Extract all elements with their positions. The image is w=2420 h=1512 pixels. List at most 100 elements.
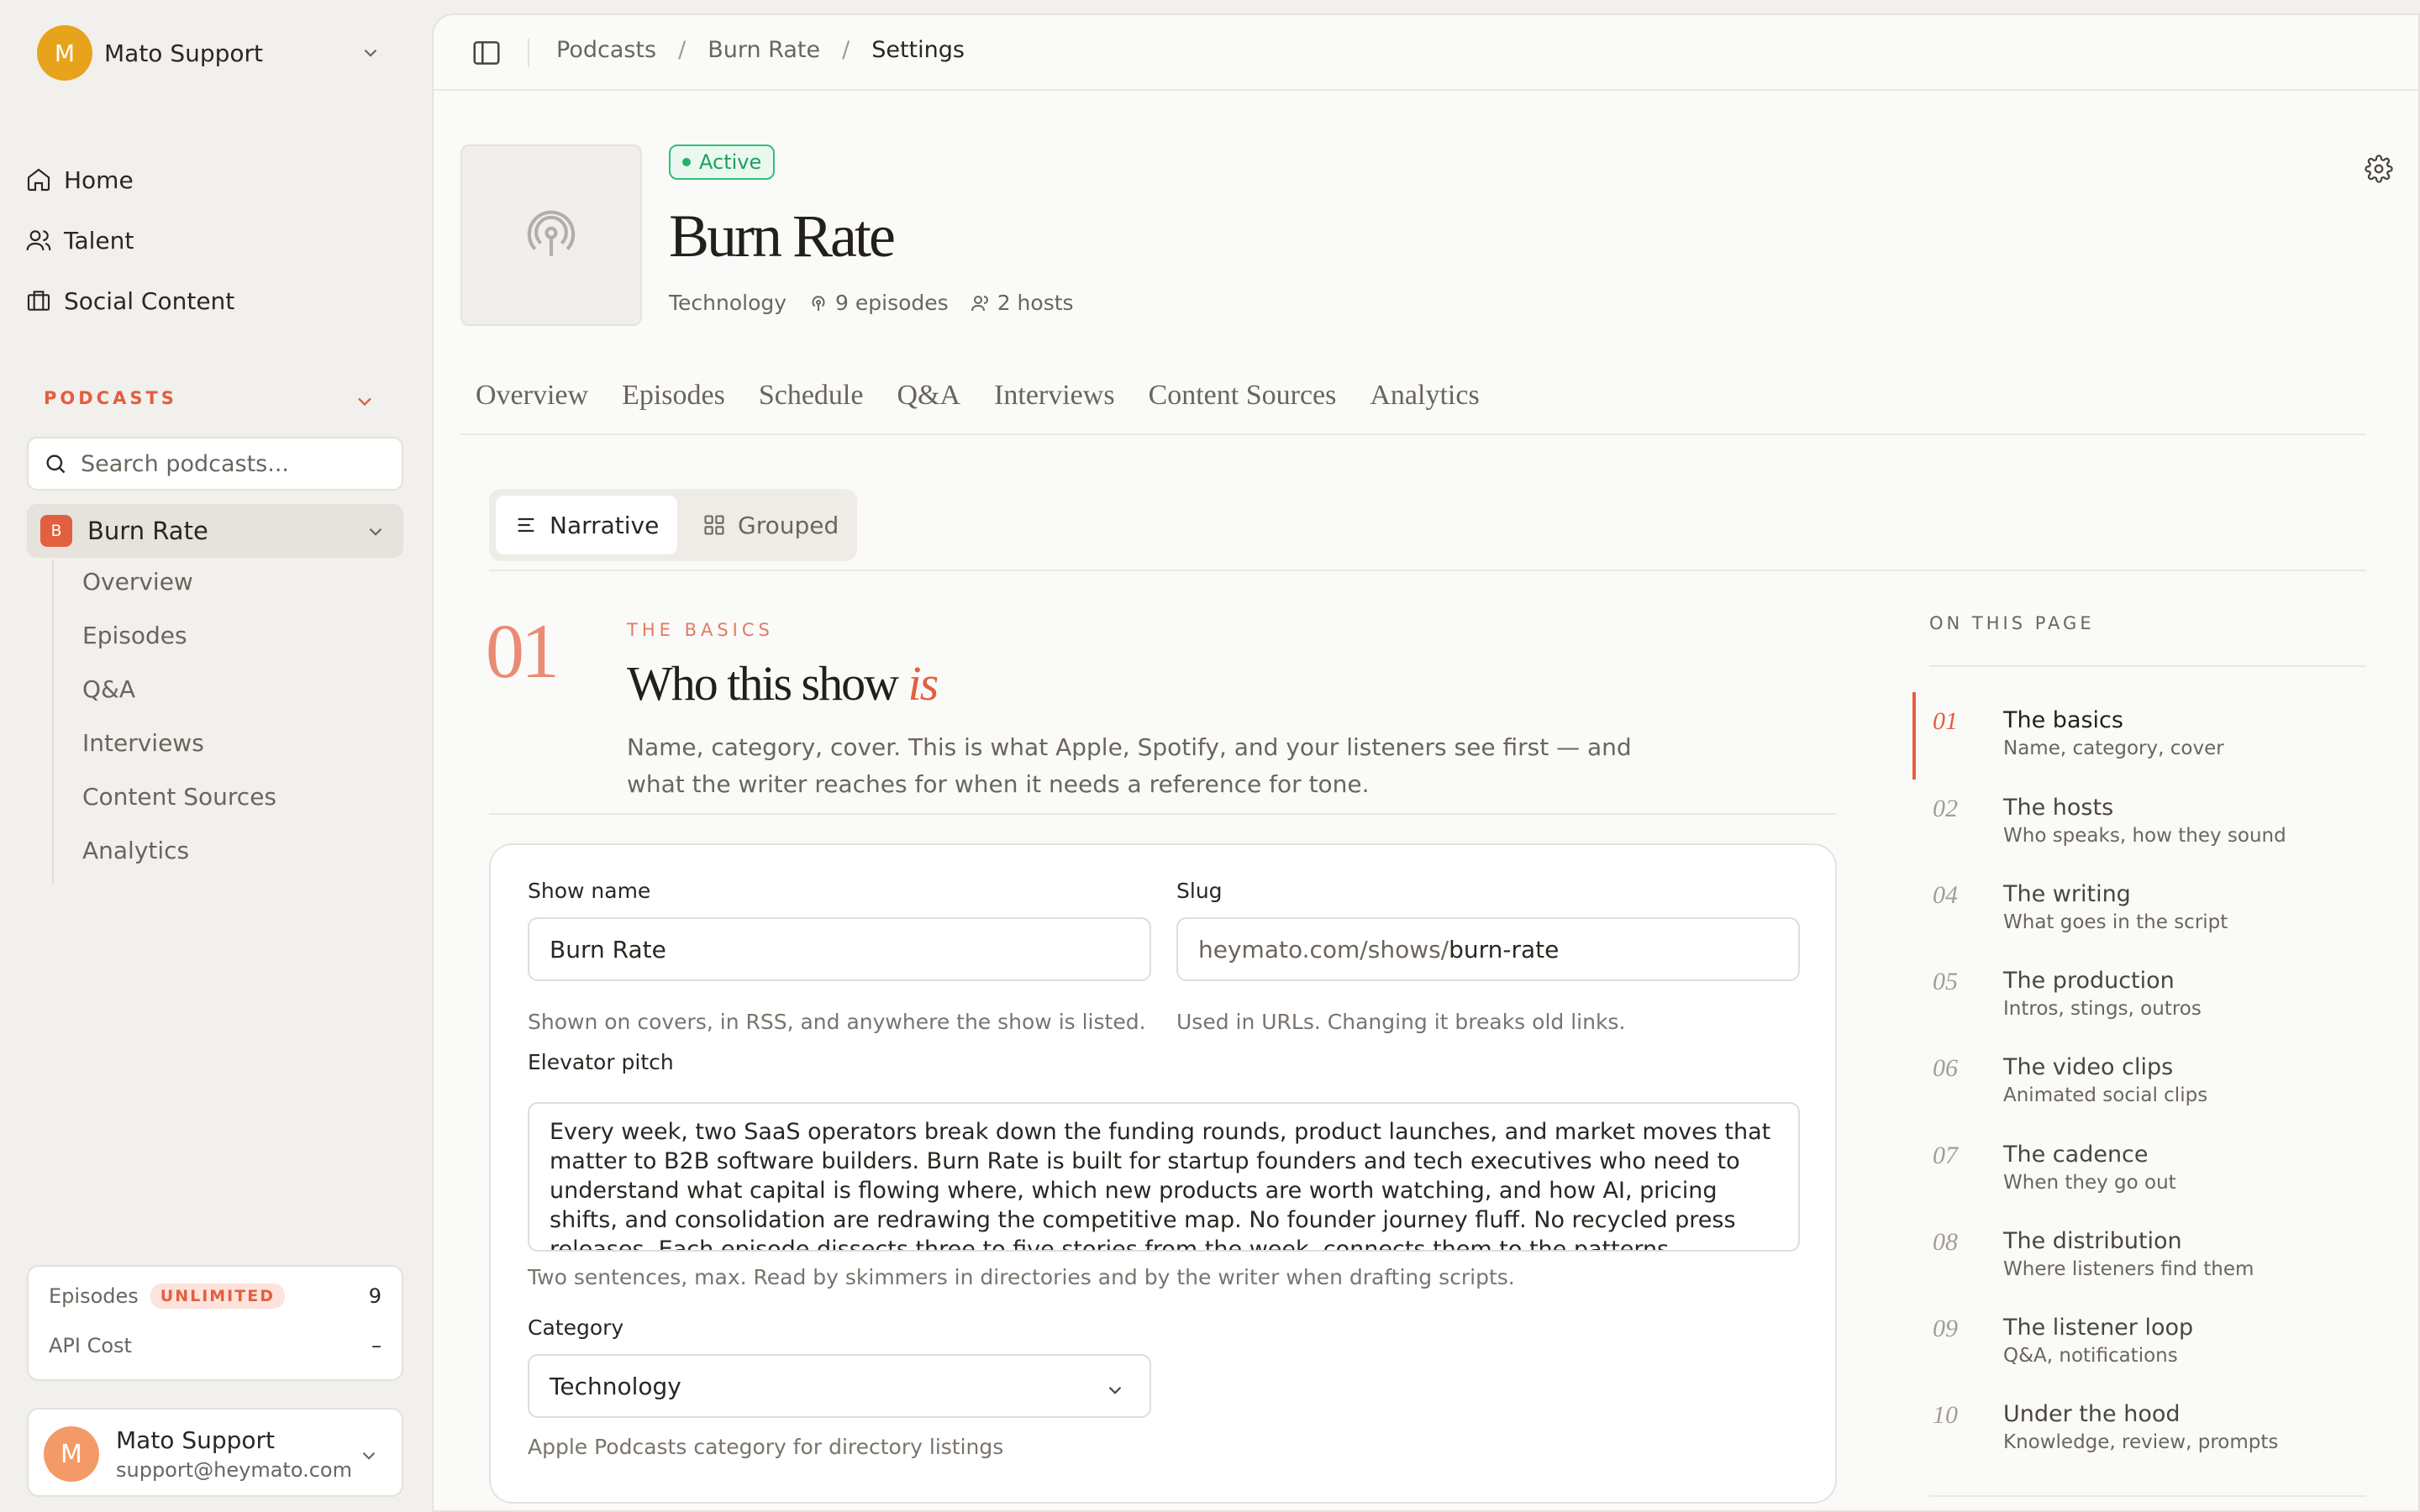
usage-episodes-value: 9 bbox=[368, 1284, 381, 1308]
slug-input[interactable]: heymato.com/shows/burn-rate bbox=[1176, 917, 1800, 981]
toc-item-listener-loop[interactable]: 09 The listener loop Q&A, notifications bbox=[1933, 1315, 2370, 1367]
nav-home[interactable]: Home bbox=[25, 155, 395, 205]
toc-subtitle: Knowledge, review, prompts bbox=[2003, 1431, 2279, 1453]
podcast-badge: B bbox=[40, 515, 72, 547]
chevron-down-icon bbox=[369, 528, 382, 536]
section-eyebrow: THE BASICS bbox=[627, 620, 774, 640]
nav-home-label: Home bbox=[64, 165, 134, 194]
text-lines-icon bbox=[518, 517, 534, 533]
episode-count-label: 9 episodes bbox=[835, 291, 949, 315]
tab-interviews[interactable]: Interviews bbox=[994, 380, 1115, 412]
section-title-emphasis: is bbox=[908, 656, 939, 711]
usage-api-value: – bbox=[371, 1334, 381, 1357]
toc-title: The cadence bbox=[2003, 1142, 2149, 1168]
subnav-analytics[interactable]: Analytics bbox=[82, 837, 189, 864]
nav-talent[interactable]: Talent bbox=[25, 215, 395, 265]
podcast-icon bbox=[527, 210, 576, 256]
subnav-interviews[interactable]: Interviews bbox=[82, 729, 204, 757]
toc-title: The writing bbox=[2003, 881, 2131, 907]
tab-episodes[interactable]: Episodes bbox=[622, 380, 725, 412]
podcast-search-input[interactable]: Search podcasts... bbox=[27, 437, 403, 491]
podcast-meta: Technology 9 episodes 2 hosts bbox=[669, 291, 1096, 315]
view-toggle: Narrative Grouped bbox=[489, 489, 857, 561]
user-email: support@heymato.com bbox=[116, 1458, 352, 1482]
subnav-qa[interactable]: Q&A bbox=[82, 675, 135, 703]
grid-icon bbox=[704, 515, 724, 535]
toc-title: The listener loop bbox=[2003, 1315, 2194, 1341]
sidebar-toggle-icon[interactable] bbox=[471, 37, 502, 69]
briefcase-icon bbox=[27, 291, 50, 311]
toc-subtitle: What goes in the script bbox=[2003, 911, 2228, 933]
sidebar: M Mato Support Home Talent Social Conten… bbox=[0, 0, 432, 1512]
home-icon bbox=[27, 168, 50, 192]
toc-active-indicator bbox=[1912, 692, 1916, 780]
usage-panel: Episodes UNLIMITED 9 API Cost – bbox=[27, 1265, 403, 1381]
show-name-help: Shown on covers, in RSS, and anywhere th… bbox=[528, 1010, 1146, 1034]
chevron-down-icon[interactable] bbox=[353, 390, 376, 413]
gear-icon[interactable] bbox=[2365, 155, 2393, 183]
category-help: Apple Podcasts category for directory li… bbox=[528, 1435, 1004, 1459]
main-panel: Podcasts / Burn Rate / Settings Active B… bbox=[432, 13, 2420, 1512]
toc-title: Under the hood bbox=[2003, 1401, 2181, 1427]
nav-talent-label: Talent bbox=[64, 226, 134, 255]
tab-qa[interactable]: Q&A bbox=[897, 380, 960, 412]
grouped-view-button[interactable]: Grouped bbox=[684, 496, 857, 554]
podcast-cover[interactable] bbox=[460, 144, 642, 326]
toc-number: 09 bbox=[1933, 1315, 1958, 1342]
breadcrumb: Podcasts / Burn Rate / Settings bbox=[556, 37, 965, 63]
category-select[interactable]: Technology bbox=[528, 1354, 1151, 1418]
top-bar: Podcasts / Burn Rate / Settings bbox=[434, 15, 2418, 91]
basics-form-card: Show name Burn Rate Shown on covers, in … bbox=[489, 843, 1837, 1504]
page-title: Burn Rate bbox=[669, 202, 896, 270]
status-label: Active bbox=[699, 150, 762, 174]
toc-item-distribution[interactable]: 08 The distribution Where listeners find… bbox=[1933, 1228, 2370, 1280]
breadcrumb-current: Settings bbox=[871, 37, 965, 63]
host-count-label: 2 hosts bbox=[997, 291, 1074, 315]
show-name-input[interactable]: Burn Rate bbox=[528, 917, 1151, 981]
toc-title: The video clips bbox=[2003, 1054, 2174, 1080]
usage-episodes-label: Episodes bbox=[49, 1284, 139, 1308]
chevron-down-icon bbox=[362, 1452, 376, 1460]
tab-schedule[interactable]: Schedule bbox=[759, 380, 864, 412]
status-badge: Active bbox=[669, 144, 776, 180]
elevator-pitch-textarea[interactable]: Every week, two SaaS operators break dow… bbox=[528, 1102, 1800, 1252]
user-name: Mato Support bbox=[116, 1426, 276, 1454]
toc-item-production[interactable]: 05 The production Intros, stings, outros bbox=[1933, 968, 2370, 1020]
subnav-content-sources[interactable]: Content Sources bbox=[82, 783, 276, 811]
toc-number: 01 bbox=[1933, 707, 1958, 735]
toc-item-hosts[interactable]: 02 The hosts Who speaks, how they sound bbox=[1933, 795, 2370, 847]
tab-bar: Overview Episodes Schedule Q&A Interview… bbox=[476, 380, 1513, 412]
users-icon bbox=[971, 295, 988, 311]
podcast-icon bbox=[812, 295, 825, 311]
section-divider bbox=[489, 570, 2366, 571]
nav-social-content-label: Social Content bbox=[64, 286, 235, 315]
subnav-overview[interactable]: Overview bbox=[82, 568, 193, 596]
category-value: Technology bbox=[550, 1372, 681, 1400]
chevron-down-icon bbox=[1108, 1386, 1122, 1394]
tab-overview[interactable]: Overview bbox=[476, 380, 588, 412]
tab-divider bbox=[460, 433, 2366, 435]
toc-number: 04 bbox=[1933, 881, 1958, 909]
subnav-episodes[interactable]: Episodes bbox=[82, 622, 187, 649]
workspace-name: Mato Support bbox=[104, 39, 264, 67]
toc-item-under-the-hood[interactable]: 10 Under the hood Knowledge, review, pro… bbox=[1933, 1401, 2370, 1453]
breadcrumb-burn-rate[interactable]: Burn Rate bbox=[708, 37, 820, 63]
narrative-view-button[interactable]: Narrative bbox=[496, 496, 678, 554]
users-icon bbox=[26, 230, 51, 251]
toc-item-cadence[interactable]: 07 The cadence When they go out bbox=[1933, 1142, 2370, 1194]
toc-item-writing[interactable]: 04 The writing What goes in the script bbox=[1933, 881, 2370, 933]
toc-bottom-divider bbox=[1929, 1495, 2366, 1497]
breadcrumb-podcasts[interactable]: Podcasts bbox=[556, 37, 656, 63]
tab-content-sources[interactable]: Content Sources bbox=[1149, 380, 1337, 412]
user-menu[interactable]: M Mato Support support@heymato.com bbox=[27, 1408, 403, 1497]
toc-item-basics[interactable]: 01 The basics Name, category, cover bbox=[1933, 707, 2370, 759]
nav-social-content[interactable]: Social Content bbox=[25, 276, 395, 326]
workspace-switcher[interactable]: M Mato Support bbox=[37, 24, 390, 82]
search-placeholder: Search podcasts... bbox=[81, 450, 289, 477]
show-name-value: Burn Rate bbox=[550, 935, 666, 963]
selected-podcast[interactable]: B Burn Rate bbox=[27, 504, 403, 558]
toc-item-video-clips[interactable]: 06 The video clips Animated social clips bbox=[1933, 1054, 2370, 1106]
section-number: 01 bbox=[486, 608, 560, 694]
tab-analytics[interactable]: Analytics bbox=[1370, 380, 1479, 412]
toc-title: The hosts bbox=[2003, 795, 2114, 821]
